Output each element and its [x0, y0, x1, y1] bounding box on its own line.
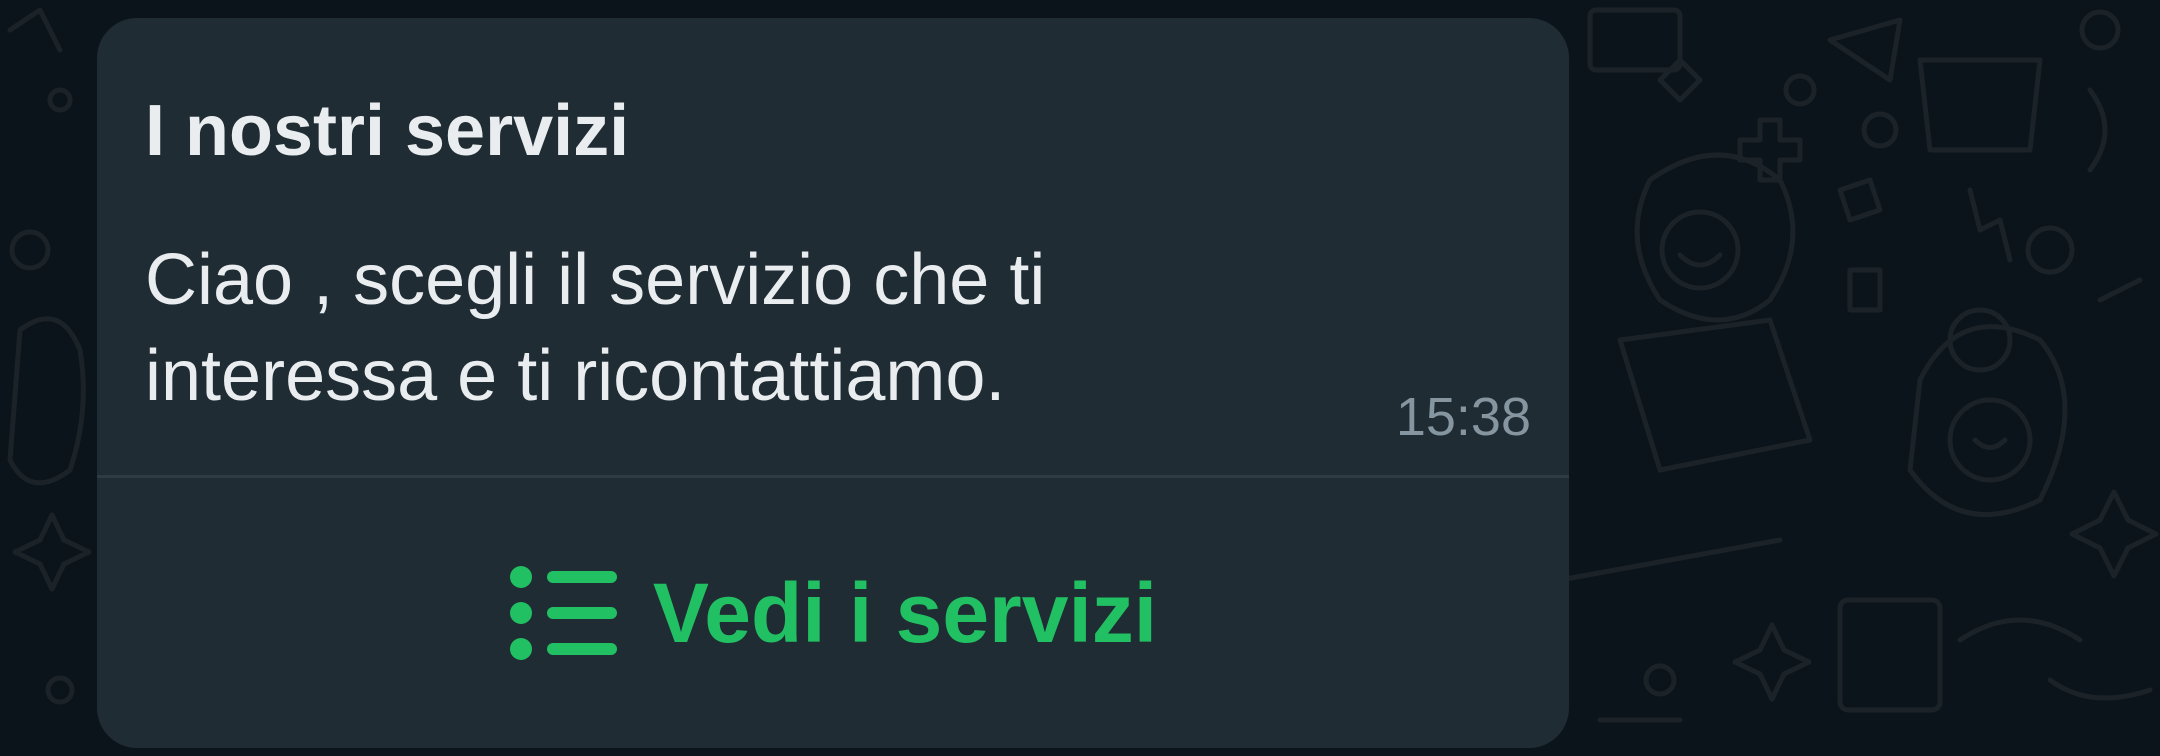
view-services-label: Vedi i servizi: [652, 565, 1158, 660]
view-services-button[interactable]: Vedi i servizi: [97, 478, 1569, 748]
list-icon: [509, 566, 617, 660]
message-timestamp: 15:38: [1395, 387, 1531, 447]
interactive-list-message: I nostri servizi Ciao , scegli il serviz…: [97, 18, 1569, 748]
message-title: I nostri servizi: [145, 91, 630, 171]
message-body: Ciao , scegli il servizio che ti interes…: [145, 240, 1046, 416]
